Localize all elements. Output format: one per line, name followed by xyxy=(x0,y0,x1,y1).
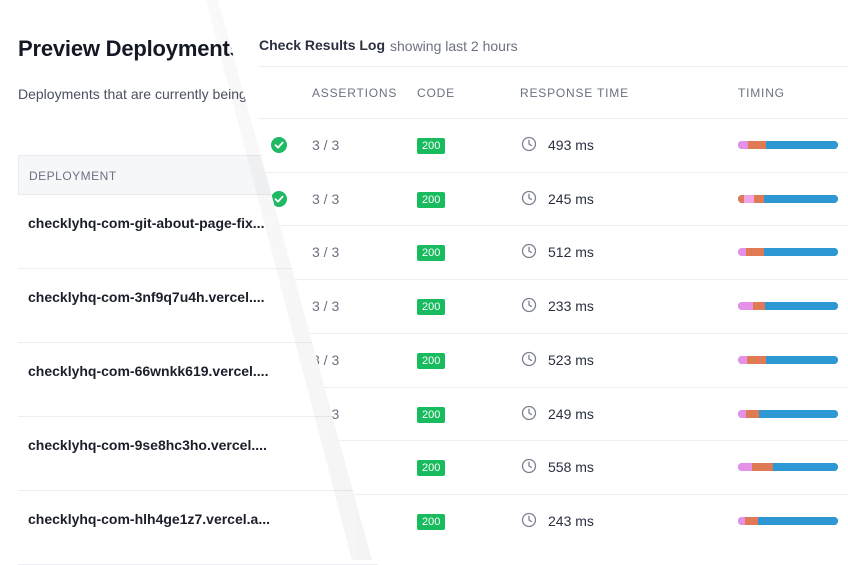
timing-segment xyxy=(758,517,838,525)
timing-segment xyxy=(753,302,765,310)
timing-segment xyxy=(766,356,838,364)
result-row[interactable]: 3 / 3 200 245 ms xyxy=(259,172,848,226)
clock-icon xyxy=(521,136,537,157)
timing-segment xyxy=(738,248,746,256)
response-time-value: 233 ms xyxy=(548,298,594,314)
result-row[interactable]: 3 / 3 200 493 ms xyxy=(259,118,848,172)
clock-icon xyxy=(521,297,537,318)
status-code-badge: 200 xyxy=(417,460,446,476)
status-code-badge: 200 xyxy=(417,299,446,315)
response-time-value: 243 ms xyxy=(548,513,594,529)
timing-segment xyxy=(745,517,758,525)
timing-segment xyxy=(752,463,773,471)
timing-segment xyxy=(738,410,746,418)
timing-segment xyxy=(765,302,838,310)
timing-bar[interactable] xyxy=(738,248,838,256)
assertions-value: 3 / 3 xyxy=(312,244,340,260)
status-code-badge: 200 xyxy=(417,514,446,530)
response-time-value: 245 ms xyxy=(548,191,594,207)
timing-segment xyxy=(738,302,753,310)
response-time-value: 558 ms xyxy=(548,459,594,475)
timing-column-header: TIMING xyxy=(738,86,785,100)
assertions-column-header: ASSERTIONS xyxy=(312,86,398,100)
clock-icon xyxy=(521,190,537,211)
timing-segment xyxy=(748,141,766,149)
deployment-name: checklyhq-com-66wnkk619.vercel.... xyxy=(28,363,269,379)
status-code-badge: 200 xyxy=(417,245,446,261)
timing-segment xyxy=(738,356,747,364)
response-time-value: 249 ms xyxy=(548,406,594,422)
code-column-header: CODE xyxy=(417,86,455,100)
clock-icon xyxy=(521,512,537,533)
header-divider xyxy=(259,66,848,67)
timing-segment xyxy=(738,517,745,525)
timing-segment xyxy=(759,410,838,418)
timing-segment xyxy=(746,410,759,418)
assertions-value: 3 / 3 xyxy=(312,298,340,314)
status-code-badge: 200 xyxy=(417,407,446,423)
timing-segment xyxy=(747,356,766,364)
timing-segment xyxy=(766,141,838,149)
check-results-title: Check Results Log xyxy=(259,37,386,53)
timing-bar[interactable] xyxy=(738,141,838,149)
timing-bar[interactable] xyxy=(738,517,838,525)
result-row[interactable]: 3 / 3 200 523 ms xyxy=(259,333,848,387)
timing-bar[interactable] xyxy=(738,356,838,364)
deployment-name: checklyhq-com-hlh4ge1z7.vercel.a... xyxy=(28,511,270,527)
clock-icon xyxy=(521,351,537,372)
status-code-badge: 200 xyxy=(417,353,446,369)
timing-bar[interactable] xyxy=(738,302,838,310)
status-code-badge: 200 xyxy=(417,192,446,208)
deployment-name: checklyhq-com-git-about-page-fix... xyxy=(28,215,265,231)
deployment-name: checklyhq-com-9se8hc3ho.vercel.... xyxy=(28,437,267,453)
clock-icon xyxy=(521,243,537,264)
clock-icon xyxy=(521,458,537,479)
timing-segment xyxy=(754,195,764,203)
timing-segment xyxy=(744,195,754,203)
timing-bar[interactable] xyxy=(738,410,838,418)
deployment-name: checklyhq-com-3nf9q7u4h.vercel.... xyxy=(28,289,265,305)
status-code-badge: 200 xyxy=(417,138,446,154)
timing-bar[interactable] xyxy=(738,463,838,471)
result-row[interactable]: 3 / 3200249 ms xyxy=(259,387,848,441)
timing-segment xyxy=(746,248,764,256)
result-row[interactable]: 3 / 3 200 233 ms xyxy=(259,279,848,333)
timing-segment xyxy=(764,195,838,203)
timing-segment xyxy=(764,248,838,256)
check-results-subtitle: showing last 2 hours xyxy=(390,38,518,54)
response-time-value: 493 ms xyxy=(548,137,594,153)
result-row[interactable]: 3 / 3 200 512 ms xyxy=(259,225,848,279)
clock-icon xyxy=(521,405,537,426)
timing-segment xyxy=(773,463,838,471)
timing-segment xyxy=(738,141,748,149)
deployment-row[interactable]: checklyhq-com-hlh4ge1z7.vercel.a... xyxy=(18,491,378,565)
assertions-value: 3 / 3 xyxy=(312,137,340,153)
check-circle-icon xyxy=(271,137,287,153)
response-time-value: 512 ms xyxy=(548,244,594,260)
deployments-title: Preview Deployments xyxy=(18,36,242,61)
assertions-value: 3 / 3 xyxy=(312,191,340,207)
timing-segment xyxy=(738,463,752,471)
response-time-value: 523 ms xyxy=(548,352,594,368)
timing-bar[interactable] xyxy=(738,195,838,203)
response-time-column-header: RESPONSE TIME xyxy=(520,86,629,100)
deployment-column-header: DEPLOYMENT xyxy=(29,169,117,183)
